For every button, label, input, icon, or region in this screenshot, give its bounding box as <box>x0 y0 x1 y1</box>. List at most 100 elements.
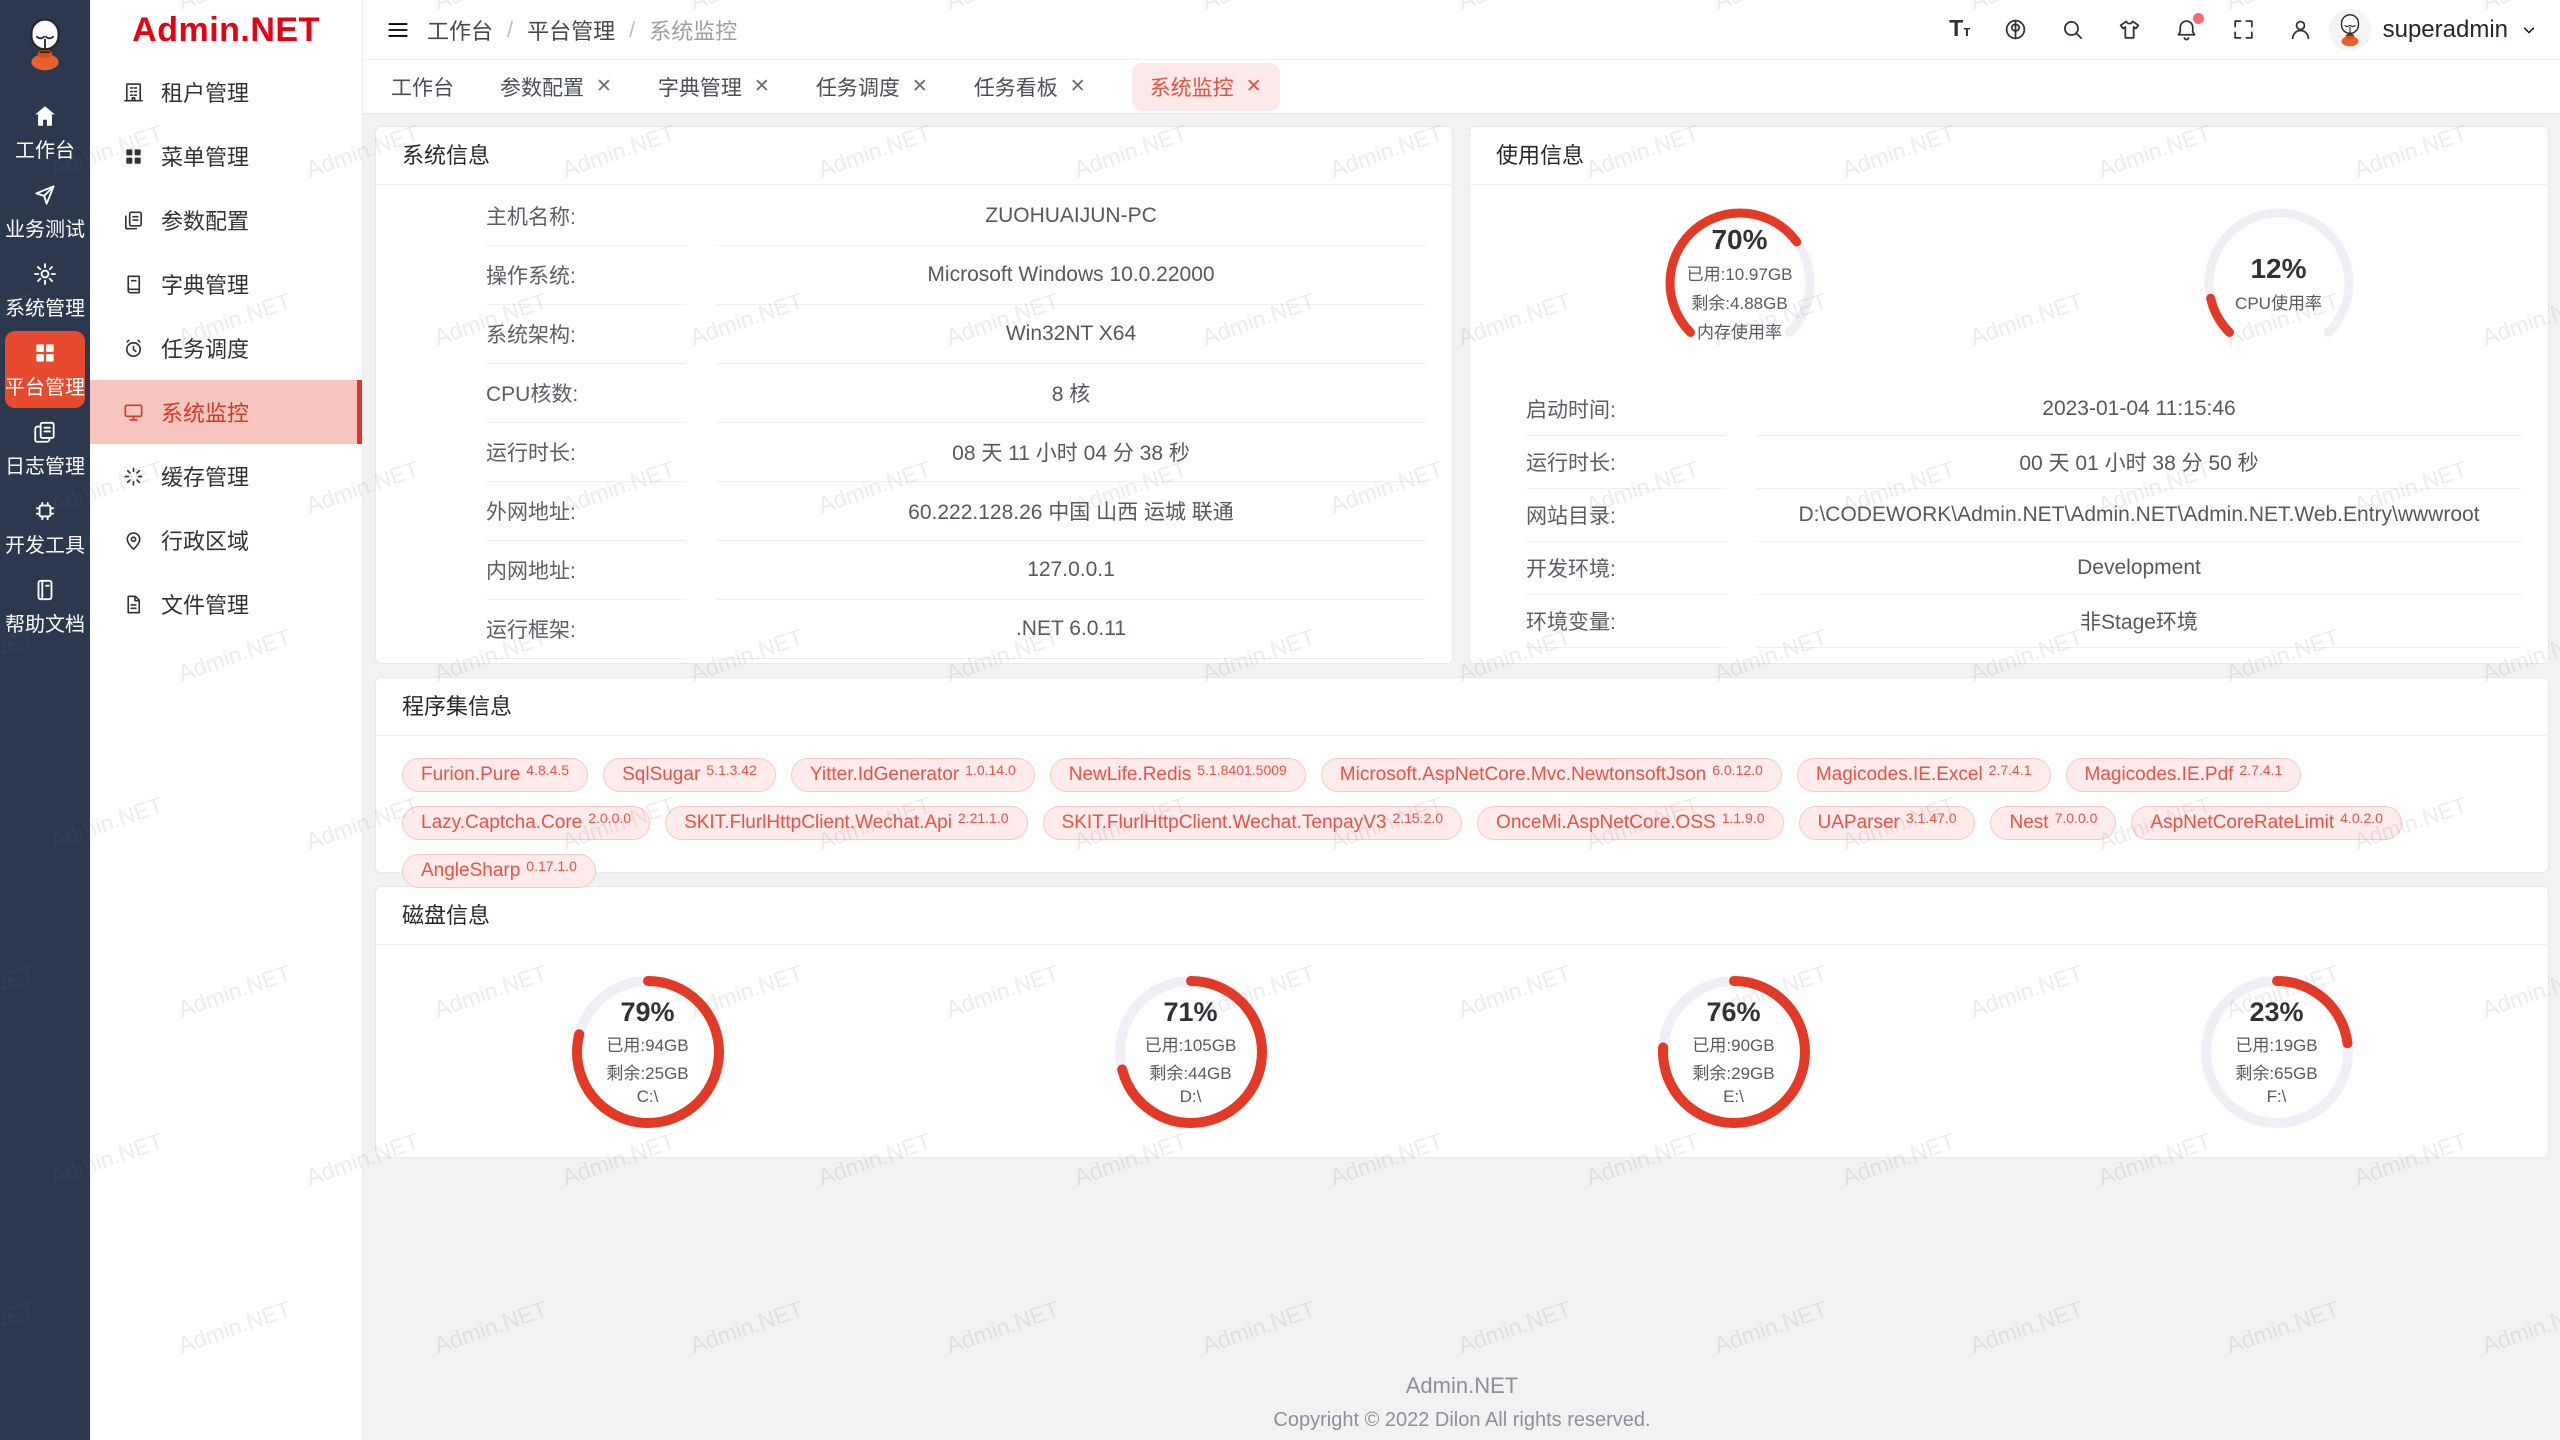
tab-close-icon[interactable]: ✕ <box>596 75 612 98</box>
sidebar-logo-text: Admin.NET <box>90 0 362 60</box>
theme-icon[interactable] <box>2117 17 2142 42</box>
tab-dict-mgmt[interactable]: 字典管理✕ <box>658 72 770 102</box>
tab-close-icon[interactable]: ✕ <box>1070 75 1086 98</box>
assembly-name: NewLife.Redis <box>1069 764 1192 786</box>
tab-task-board[interactable]: 任务看板✕ <box>974 72 1086 102</box>
breadcrumb-item[interactable]: 工作台 <box>427 14 493 46</box>
tab-workbench[interactable]: 工作台 <box>391 72 454 102</box>
user-menu[interactable]: superadmin <box>2329 9 2538 51</box>
mascot-logo-icon <box>16 15 74 78</box>
rail-item-dev-tools[interactable]: 开发工具 <box>5 489 85 566</box>
sidebar-item-label: 任务调度 <box>161 332 249 364</box>
sidebar-item-file-mgmt[interactable]: 文件管理 <box>90 572 362 636</box>
sidebar-item-task-schedule[interactable]: 任务调度 <box>90 316 362 380</box>
language-icon[interactable] <box>2003 17 2028 42</box>
rail-item-help-docs[interactable]: 帮助文档 <box>5 568 85 645</box>
info-value: 08 天 11 小时 04 分 38 秒 <box>716 423 1426 482</box>
usage-info-row: 启动时间: 2023-01-04 11:15:46 <box>1496 383 2522 436</box>
assembly-tag[interactable]: Nest7.0.0.0 <box>1990 806 2116 840</box>
info-label: 启动时间: <box>1526 383 1726 436</box>
disk-drive: F:\ <box>2267 1087 2287 1107</box>
tab-task-schedule[interactable]: 任务调度✕ <box>816 72 928 102</box>
rail-item-workbench[interactable]: 工作台 <box>5 94 85 171</box>
user-icon[interactable] <box>2288 17 2313 42</box>
sidebar-item-label: 行政区域 <box>161 524 249 556</box>
info-value: Microsoft Windows 10.0.22000 <box>716 246 1426 305</box>
assembly-tag[interactable]: SKIT.FlurlHttpClient.Wechat.Api2.21.1.0 <box>665 806 1027 840</box>
hamburger-icon[interactable] <box>385 17 411 43</box>
disk-used: 已用:105GB <box>1145 1031 1237 1056</box>
disk-used: 已用:94GB <box>606 1031 688 1056</box>
disk-used: 已用:90GB <box>1692 1031 1774 1056</box>
disk-used: 已用:19GB <box>2235 1031 2317 1056</box>
notebook-icon <box>32 577 58 603</box>
assembly-tag[interactable]: Magicodes.IE.Excel2.7.4.1 <box>1797 758 2051 792</box>
sidebar-item-cache-mgmt[interactable]: 缓存管理 <box>90 444 362 508</box>
assembly-tag[interactable]: AngleSharp0.17.1.0 <box>402 854 596 888</box>
assembly-tag[interactable]: Microsoft.AspNetCore.Mvc.NewtonsoftJson 6… <box>1321 758 1782 792</box>
assembly-tag[interactable]: Lazy.Captcha.Core2.0.0.0 <box>402 806 650 840</box>
assembly-name: Microsoft.AspNetCore.Mvc.NewtonsoftJson <box>1340 764 1706 786</box>
assembly-tag[interactable]: OnceMi.AspNetCore.OSS1.1.9.0 <box>1477 806 1783 840</box>
assembly-tag[interactable]: Furion.Pure4.8.4.5 <box>402 758 588 792</box>
sidebar-item-system-monitor[interactable]: 系统监控 <box>90 380 362 444</box>
rail-item-label: 日志管理 <box>5 450 85 479</box>
assembly-info-card: 程序集信息 Furion.Pure4.8.4.5SqlSugar5.1.3.42… <box>375 677 2549 873</box>
rail-item-platform-mgmt[interactable]: 平台管理 <box>5 331 85 408</box>
cache-icon <box>122 465 145 488</box>
rail-item-business-test[interactable]: 业务测试 <box>5 173 85 250</box>
info-value: 60.222.128.26 中国 山西 运城 联通 <box>716 482 1426 541</box>
info-label: 网站目录: <box>1526 489 1726 542</box>
assembly-tag[interactable]: SKIT.FlurlHttpClient.Wechat.TenpayV32.15… <box>1043 806 1463 840</box>
sidebar-menu: 租户管理菜单管理参数配置字典管理任务调度系统监控缓存管理行政区域文件管理 <box>90 60 362 636</box>
assembly-tag[interactable]: UAParser3.1.47.0 <box>1799 806 1976 840</box>
search-icon[interactable] <box>2060 17 2085 42</box>
tab-param-config[interactable]: 参数配置✕ <box>500 72 612 102</box>
system-info-row: 运行时长: 08 天 11 小时 04 分 38 秒 <box>402 423 1426 482</box>
tab-system-monitor[interactable]: 系统监控 ✕ <box>1132 63 1280 111</box>
tab-label: 系统监控 <box>1150 72 1234 102</box>
sidebar-item-label: 租户管理 <box>161 76 249 108</box>
bell-icon[interactable] <box>2174 17 2199 42</box>
fullscreen-icon[interactable] <box>2231 17 2256 42</box>
info-value: 非Stage环境 <box>1756 595 2522 648</box>
sidebar-item-menu-mgmt[interactable]: 菜单管理 <box>90 124 362 188</box>
sidebar-item-dict-mgmt[interactable]: 字典管理 <box>90 252 362 316</box>
info-value: .NET 6.0.11 <box>716 600 1426 659</box>
sidebar-item-param-config[interactable]: 参数配置 <box>90 188 362 252</box>
sidebar-item-admin-region[interactable]: 行政区域 <box>90 508 362 572</box>
info-value: 2023-01-04 11:15:46 <box>1756 383 2522 436</box>
tab-close-icon[interactable]: ✕ <box>754 75 770 98</box>
assembly-tag[interactable]: AspNetCoreRateLimit4.0.2.0 <box>2131 806 2402 840</box>
tab-close-icon[interactable]: ✕ <box>1246 75 1262 98</box>
sidebar-item-tenant-mgmt[interactable]: 租户管理 <box>90 60 362 124</box>
gauge: 70%已用:10.97GB剩余:4.88GB内存使用率 <box>1655 198 1825 368</box>
info-label: 运行时长: <box>486 423 686 482</box>
rail-item-log-mgmt[interactable]: 日志管理 <box>5 410 85 487</box>
assembly-name: Nest <box>2009 812 2048 834</box>
assembly-name: SqlSugar <box>622 764 700 786</box>
donut-text: 79%已用:94GB剩余:25GBC:\ <box>566 970 730 1134</box>
assembly-version: 3.1.47.0 <box>1906 810 1957 826</box>
usage-info-row: 开发环境:Development <box>1496 542 2522 595</box>
rail-nav: 工作台业务测试系统管理平台管理日志管理开发工具帮助文档 <box>0 92 90 647</box>
disk-percent: 71% <box>1163 997 1217 1028</box>
font-size-icon[interactable]: Tт <box>1949 16 1970 44</box>
assembly-version: 1.1.9.0 <box>1722 810 1765 826</box>
app-logo[interactable] <box>0 0 90 92</box>
breadcrumb-item[interactable]: 平台管理 <box>527 14 615 46</box>
tab-close-icon[interactable]: ✕ <box>912 75 928 98</box>
donut-text: 76%已用:90GB剩余:29GBE:\ <box>1652 970 1816 1134</box>
system-info-title: 系统信息 <box>376 127 1452 185</box>
assembly-tag[interactable]: NewLife.Redis5.1.8401.5009 <box>1050 758 1306 792</box>
info-value: ZUOHUAIJUN-PC <box>716 187 1426 246</box>
assembly-tag[interactable]: SqlSugar5.1.3.42 <box>603 758 776 792</box>
assembly-version: 6.0.12.0 <box>1712 762 1763 778</box>
donut-text: 71%已用:105GB剩余:44GBD:\ <box>1109 970 1273 1134</box>
assembly-tag[interactable]: Magicodes.IE.Pdf2.7.4.1 <box>2066 758 2302 792</box>
tab-label: 工作台 <box>391 72 454 102</box>
assembly-tag[interactable]: Yitter.IdGenerator1.0.14.0 <box>791 758 1035 792</box>
usage-info-row: 运行时长:00 天 01 小时 38 分 50 秒 <box>1496 436 2522 489</box>
rail-item-system-mgmt[interactable]: 系统管理 <box>5 252 85 329</box>
footer: Admin.NET Copyright © 2022 Dilon All rig… <box>375 1373 2549 1432</box>
